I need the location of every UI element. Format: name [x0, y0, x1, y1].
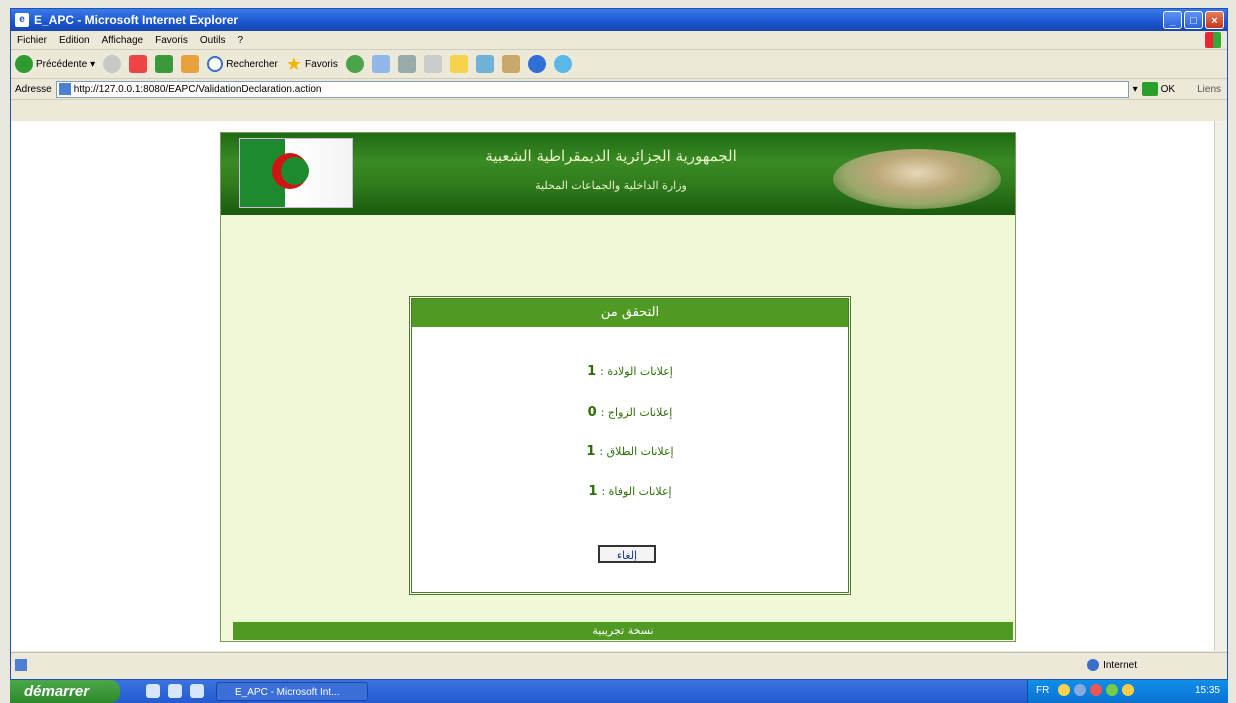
divorce-declarations-row: إعلانات الطلاق :1 [412, 444, 848, 459]
go-arrow-icon [1141, 82, 1158, 96]
security-zone: Internet [1087, 659, 1137, 671]
search-icon [207, 56, 224, 72]
row-value: 1 [588, 484, 598, 499]
tray-icon[interactable] [1106, 684, 1118, 696]
research-icon[interactable] [501, 55, 520, 73]
row-label: إعلانات الطلاق : [599, 445, 674, 458]
window-title: E_APC - Microsoft Internet Explorer [34, 13, 239, 27]
panel-title: التحقق من [412, 299, 848, 327]
algeria-flag-image [239, 138, 353, 208]
vertical-scrollbar[interactable] [1214, 121, 1227, 651]
bluetooth-icon[interactable] [527, 55, 546, 73]
tray-icon[interactable] [1058, 684, 1070, 696]
maximize-button[interactable]: □ [1184, 11, 1203, 29]
tray-icon[interactable] [1074, 684, 1086, 696]
forward-icon[interactable] [103, 55, 122, 73]
taskbar: démarrer E_APC - Microsoft Int... FR 15:… [10, 680, 1228, 703]
favorites-label: Favoris [305, 58, 338, 70]
language-indicator[interactable]: FR [1036, 685, 1049, 696]
validation-panel: التحقق من إعلانات الولادة :1 إعلانات الز… [409, 296, 851, 595]
tray-icon[interactable] [1122, 684, 1134, 696]
page-viewport: الجمهورية الجزائرية الديمقراطية الشعبية … [11, 121, 1217, 651]
birth-declarations-row: إعلانات الولادة :1 [412, 364, 848, 379]
home-icon[interactable] [181, 55, 200, 73]
edit-icon[interactable] [423, 55, 442, 73]
cancel-button[interactable]: إلغاء [598, 545, 656, 563]
search-button[interactable]: Rechercher [207, 56, 278, 72]
star-icon: ★ [285, 53, 303, 74]
notepad-icon[interactable] [190, 684, 204, 698]
title-bar: e E_APC - Microsoft Internet Explorer _ … [11, 9, 1227, 31]
tray-icons [1058, 684, 1134, 696]
row-label: إعلانات الزواج : [600, 406, 673, 419]
status-page-icon [15, 659, 27, 671]
go-button[interactable]: OK [1141, 82, 1176, 96]
tray-icon[interactable] [1090, 684, 1102, 696]
close-button[interactable]: × [1205, 11, 1224, 29]
ie-icon: e [15, 13, 29, 27]
zone-label: Internet [1103, 659, 1137, 671]
links-button[interactable]: Liens [1197, 84, 1221, 95]
messenger-people-icon[interactable] [553, 55, 572, 73]
building-image [833, 149, 1001, 209]
url-input[interactable]: http://127.0.0.1:8080/EAPC/ValidationDec… [55, 80, 1129, 98]
ie-quicklaunch-icon[interactable] [168, 684, 182, 698]
desktop-icon[interactable] [146, 684, 160, 698]
death-declarations-row: إعلانات الوفاة :1 [412, 484, 848, 499]
url-text: http://127.0.0.1:8080/EAPC/ValidationDec… [73, 83, 322, 95]
row-value: 0 [587, 405, 597, 420]
refresh-icon[interactable] [155, 55, 174, 73]
start-button[interactable]: démarrer [10, 680, 120, 703]
page-container: الجمهورية الجزائرية الديمقراطية الشعبية … [220, 132, 1016, 642]
stop-icon[interactable] [129, 55, 148, 73]
menu-favoris[interactable]: Favoris [155, 35, 188, 46]
back-label: Précédente [36, 58, 88, 70]
menu-outils[interactable]: Outils [200, 35, 226, 46]
globe-icon [1087, 659, 1100, 671]
chevron-down-icon[interactable]: ▾ [90, 59, 95, 70]
menu-fichier[interactable]: Fichier [17, 35, 47, 46]
status-bar: Internet [11, 652, 1227, 679]
clock: 15:35 [1194, 685, 1220, 696]
marriage-declarations-row: إعلانات الزواج :0 [412, 405, 848, 420]
back-button[interactable]: Précédente ▾ [15, 55, 95, 73]
system-tray: FR 15:35 [1027, 680, 1228, 703]
messenger-icon[interactable] [475, 55, 494, 73]
crescent-icon [272, 153, 309, 189]
favorites-button[interactable]: ★ Favoris [286, 54, 338, 75]
menu-edition[interactable]: Edition [59, 35, 90, 46]
address-bar: Adresse http://127.0.0.1:8080/EAPC/Valid… [11, 79, 1227, 100]
row-label: إعلانات الولادة : [600, 365, 673, 378]
browser-window: e E_APC - Microsoft Internet Explorer _ … [10, 8, 1228, 680]
notes-icon[interactable] [449, 55, 468, 73]
address-dropdown-icon[interactable]: ▾ [1133, 84, 1138, 95]
header-title: الجمهورية الجزائرية الديمقراطية الشعبية [485, 147, 737, 165]
row-value: 1 [586, 444, 596, 459]
row-label: إعلانات الوفاة : [601, 485, 672, 498]
back-arrow-icon [15, 55, 33, 73]
print-icon[interactable] [397, 55, 416, 73]
go-label: OK [1160, 83, 1176, 95]
minimize-button[interactable]: _ [1163, 11, 1182, 29]
header-banner: الجمهورية الجزائرية الديمقراطية الشعبية … [221, 133, 1015, 215]
taskbar-item-ie[interactable]: E_APC - Microsoft Int... [216, 682, 368, 701]
search-label: Rechercher [226, 58, 278, 70]
menu-help[interactable]: ? [237, 35, 243, 46]
menu-affichage[interactable]: Affichage [102, 35, 144, 46]
windows-logo-icon [1205, 32, 1221, 48]
footer-bar: نسخة تجريبية [233, 622, 1013, 640]
address-label: Adresse [15, 83, 52, 95]
row-value: 1 [587, 364, 597, 379]
mail-icon[interactable] [371, 55, 390, 73]
toolbar: Précédente ▾ Rechercher ★ Favoris [11, 50, 1227, 79]
quick-launch [146, 684, 204, 698]
page-icon [58, 83, 71, 95]
history-icon[interactable] [345, 55, 364, 73]
header-subtitle: وزارة الداخلية والجماعات المحلية [535, 179, 687, 192]
menu-bar: Fichier Edition Affichage Favoris Outils… [11, 31, 1227, 50]
